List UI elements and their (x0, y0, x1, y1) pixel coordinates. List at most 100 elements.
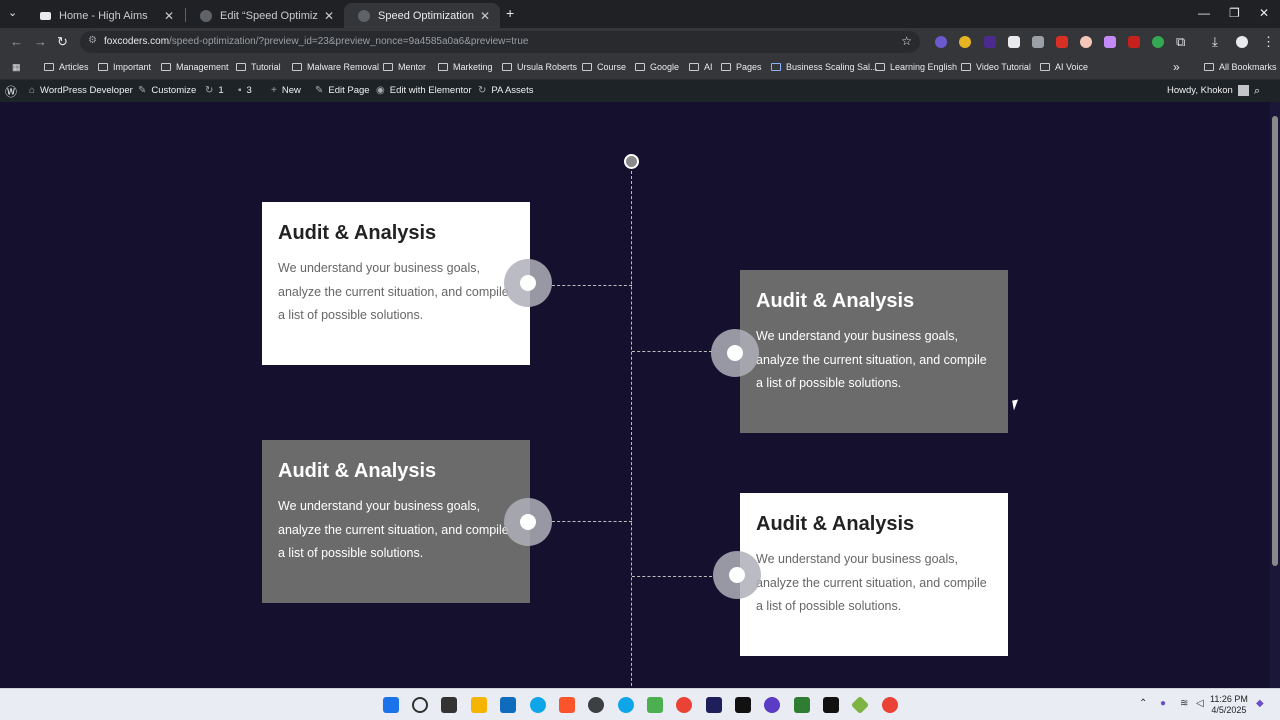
bookmark-label: Malware Removal (307, 62, 380, 72)
bookmark-folder[interactable]: Video Tutorial (961, 62, 1031, 72)
bookmark-folder[interactable]: Management (161, 62, 229, 72)
app-icon[interactable] (850, 695, 870, 715)
menu-kebab-icon[interactable]: ⋮ (1262, 34, 1275, 50)
site-info-icon[interactable]: ⚙ (88, 35, 97, 46)
color-picker-icon[interactable] (1152, 36, 1164, 48)
bookmark-folder[interactable]: Articles (44, 62, 89, 72)
profile-avatar-icon[interactable] (1236, 36, 1248, 48)
adblock-icon[interactable] (1056, 36, 1068, 48)
close-tab-icon[interactable]: ✕ (480, 9, 490, 23)
wifi-icon[interactable]: ≋ (1180, 698, 1188, 709)
bookmark-folder[interactable]: Learning English (875, 62, 957, 72)
system-clock[interactable]: 11:26 PM 4/5/2025 (1210, 694, 1248, 716)
close-window-icon[interactable]: ✕ (1259, 6, 1269, 20)
my-account-link[interactable]: Howdy, Khokon (1167, 85, 1249, 96)
url-host: foxcoders.com (104, 36, 170, 47)
download-icon[interactable]: ⤓ (1212, 34, 1218, 50)
site-name-link[interactable]: ⌂ WordPress Developer (29, 85, 133, 96)
file-explorer-icon[interactable] (471, 697, 487, 713)
updates-link[interactable]: ↻ 1 (205, 85, 224, 96)
back-icon[interactable]: ← (10, 34, 23, 49)
extension-icon[interactable] (1080, 36, 1092, 48)
close-tab-icon[interactable]: ✕ (324, 9, 334, 23)
bookmark-folder[interactable]: Ursula Roberts (502, 62, 577, 72)
extension-icon[interactable] (1032, 36, 1044, 48)
app-icon[interactable] (647, 697, 663, 713)
tab-home-high-aims[interactable]: Home - High Aims ✕ (26, 3, 184, 28)
connector-line (552, 521, 632, 522)
bookmark-folder[interactable]: Google (635, 62, 679, 72)
scrollbar-thumb[interactable] (1272, 116, 1278, 566)
chrome-icon[interactable] (676, 697, 692, 713)
headphones-app-icon[interactable] (764, 697, 780, 713)
bookmark-star-icon[interactable]: ☆ (901, 34, 912, 48)
extension-icon[interactable] (984, 36, 996, 48)
bookmark-link[interactable]: Business Scaling Sal... (771, 62, 878, 72)
tab-edit-elementor[interactable]: Edit “Speed Optimization” with ✕ (186, 3, 344, 28)
comments-link[interactable]: ▪ 3 (238, 85, 252, 96)
bookmark-folder[interactable]: AI (689, 62, 713, 72)
card-title: Audit & Analysis (756, 290, 915, 312)
extensions-puzzle-icon[interactable]: ⧉ (1176, 34, 1185, 50)
bookmark-label: Tutorial (251, 62, 281, 72)
capcut-icon[interactable] (735, 697, 751, 713)
forward-icon[interactable]: → (34, 34, 47, 49)
chrome-dark-icon[interactable] (588, 697, 604, 713)
extension-icon[interactable] (959, 36, 971, 48)
search-icon[interactable]: ⌕ (1254, 85, 1260, 98)
bookmark-folder[interactable]: Malware Removal (292, 62, 379, 72)
tab-speed-optimization[interactable]: Speed Optimization – WordPre ✕ (344, 3, 500, 28)
page-scrollbar[interactable] (1270, 102, 1280, 688)
tray-chevron-icon[interactable]: ⌃ (1139, 698, 1147, 709)
bookmark-folder[interactable]: Mentor (383, 62, 426, 72)
extension-icon[interactable] (1128, 36, 1140, 48)
outlook-icon[interactable] (500, 697, 516, 713)
capcut-icon[interactable] (823, 697, 839, 713)
bookmark-folder[interactable]: Important (98, 62, 151, 72)
task-view-icon[interactable] (441, 697, 457, 713)
notification-bell-icon[interactable]: ◆ (1256, 698, 1264, 709)
skype-icon[interactable] (618, 697, 634, 713)
extension-icon[interactable] (1008, 36, 1020, 48)
edge-icon[interactable] (530, 697, 546, 713)
edit-page-link[interactable]: ✎ Edit Page (315, 85, 370, 96)
edit-elementor-link[interactable]: ◉ Edit with Elementor (376, 85, 472, 96)
address-bar[interactable]: ⚙ foxcoders.com/speed-optimization/?prev… (80, 31, 920, 53)
tab-search-icon[interactable]: ⌄ (8, 6, 17, 19)
new-content-link[interactable]: + New (271, 85, 301, 96)
bookmark-folder[interactable]: Tutorial (236, 62, 281, 72)
folder-icon (875, 63, 885, 71)
all-bookmarks-folder[interactable]: All Bookmarks (1204, 62, 1277, 72)
folder-icon (635, 63, 645, 71)
brave-icon[interactable] (559, 697, 575, 713)
bookmark-folder[interactable]: AI Voice (1040, 62, 1088, 72)
wordpress-favicon-icon (200, 9, 212, 22)
search-icon[interactable] (412, 697, 428, 713)
apps-grid-icon[interactable]: ▦ (12, 62, 21, 73)
wordpress-logo-icon[interactable]: Ⓦ (5, 83, 17, 100)
clock-date: 4/5/2025 (1211, 705, 1247, 715)
bookmark-label: AI Voice (1055, 62, 1089, 72)
extension-icon[interactable] (1104, 36, 1116, 48)
more-bookmarks-button[interactable]: » (1173, 60, 1180, 74)
card-title: Audit & Analysis (278, 222, 437, 244)
restore-icon[interactable]: ❐ (1229, 6, 1240, 20)
volume-icon[interactable]: ◁ (1196, 698, 1204, 709)
timeline-vertical-line (631, 166, 632, 688)
customize-link[interactable]: ✎ Customize (138, 85, 196, 96)
bookmark-folder[interactable]: Pages (721, 62, 762, 72)
notepad-icon[interactable] (794, 697, 810, 713)
close-tab-icon[interactable]: ✕ (164, 9, 174, 23)
new-tab-button[interactable]: + (506, 5, 514, 21)
reload-icon[interactable]: ↻ (57, 34, 68, 50)
bookmark-folder[interactable]: Course (582, 62, 626, 72)
pa-assets-link[interactable]: ↻ PA Assets (478, 85, 533, 96)
extension-icon[interactable] (935, 36, 947, 48)
premiere-pro-icon[interactable] (706, 697, 722, 713)
chrome-icon[interactable] (882, 697, 898, 713)
windows-start-icon[interactable] (383, 697, 399, 713)
bookmark-label: AI (704, 62, 713, 72)
bookmark-folder[interactable]: Marketing (438, 62, 493, 72)
minimize-icon[interactable]: — (1198, 6, 1210, 20)
microphone-icon[interactable]: ● (1160, 698, 1166, 709)
